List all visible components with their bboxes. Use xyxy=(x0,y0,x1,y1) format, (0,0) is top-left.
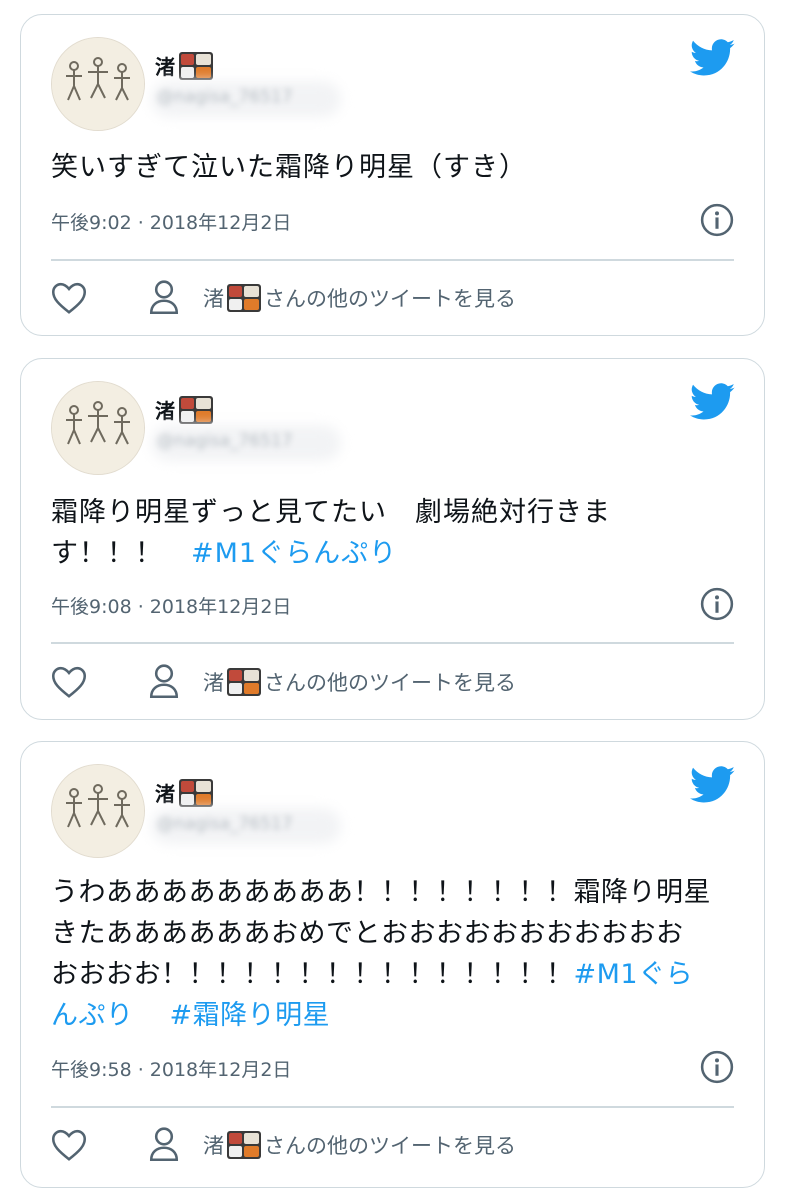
more-suffix: さんの他のツイートを見る xyxy=(264,287,516,311)
tweet-card[interactable]: 渚 @nagisa_76517 霜降り明星ずっと見てたい 劇場絶対行きま す！！… xyxy=(20,358,765,720)
author-name[interactable]: 渚 xyxy=(155,778,175,807)
tweet-card[interactable]: 渚 @nagisa_76517 笑いすぎて泣いた霜降り明星（すき） 午後9:02… xyxy=(20,14,765,336)
bento-box-emoji xyxy=(227,284,261,312)
author-handle[interactable]: @nagisa_76517 xyxy=(157,431,293,451)
avatar[interactable] xyxy=(51,381,145,475)
tweet-line-text: す！！！ xyxy=(51,538,191,569)
more-prefix: 渚 xyxy=(203,671,224,695)
tweet-text: うわあああああああああ！！！！！！！！霜降り明星 きたああああああおめでとおおお… xyxy=(51,872,711,1036)
author-handle[interactable]: @nagisa_76517 xyxy=(157,814,293,834)
hashtag-link[interactable]: んぷり xyxy=(51,1000,134,1031)
tweet-timestamp[interactable]: 午後9:08 · 2018年12月2日 xyxy=(51,592,291,619)
tweet-line-text: おおおお！！！！！！！！！！！！！！！ xyxy=(51,959,574,990)
person-icon[interactable] xyxy=(149,1126,179,1162)
hashtag-link[interactable]: #M1ぐら xyxy=(574,959,694,990)
author-handle[interactable]: @nagisa_76517 xyxy=(157,87,293,107)
action-bar: 渚 さんの他のツイートを見る xyxy=(51,663,734,703)
person-icon[interactable] xyxy=(149,279,179,315)
more-prefix: 渚 xyxy=(203,1134,224,1158)
tweet-line: んぷり #霜降り明星 xyxy=(51,995,711,1036)
avatar[interactable] xyxy=(51,37,145,131)
action-bar: 渚 さんの他のツイートを見る xyxy=(51,1126,734,1166)
more-tweets-link[interactable]: 渚 さんの他のツイートを見る xyxy=(203,1130,516,1160)
hashtag-link[interactable]: #M1ぐらんぷり xyxy=(191,538,397,569)
more-prefix: 渚 xyxy=(203,287,224,311)
info-icon[interactable] xyxy=(700,203,734,237)
tweet-line: うわあああああああああ！！！！！！！！霜降り明星 xyxy=(51,877,711,908)
author-name[interactable]: 渚 xyxy=(155,395,175,424)
bento-box-emoji xyxy=(179,395,213,424)
tweet-text: 笑いすぎて泣いた霜降り明星（すき） xyxy=(51,147,527,188)
bento-box-emoji xyxy=(179,778,213,807)
more-tweets-link[interactable]: 渚 さんの他のツイートを見る xyxy=(203,667,516,697)
tweet-timestamp[interactable]: 午後9:02 · 2018年12月2日 xyxy=(51,208,291,235)
avatar[interactable] xyxy=(51,764,145,858)
twitter-bird-icon[interactable] xyxy=(690,383,736,421)
tweet-text: 霜降り明星ずっと見てたい 劇場絶対行きま す！！！ #M1ぐらんぷり xyxy=(51,492,611,574)
bento-box-emoji xyxy=(179,51,213,80)
hashtag-link[interactable]: #霜降り明星 xyxy=(170,1000,331,1031)
more-suffix: さんの他のツイートを見る xyxy=(264,1134,516,1158)
twitter-bird-icon[interactable] xyxy=(690,766,736,804)
info-icon[interactable] xyxy=(700,587,734,621)
tweet-line: す！！！ #M1ぐらんぷり xyxy=(51,533,611,574)
tweet-line: 笑いすぎて泣いた霜降り明星（すき） xyxy=(51,152,527,183)
action-bar: 渚 さんの他のツイートを見る xyxy=(51,279,734,319)
heart-icon[interactable] xyxy=(51,665,87,699)
tweet-line: おおおお！！！！！！！！！！！！！！！#M1ぐら xyxy=(51,954,711,995)
heart-icon[interactable] xyxy=(51,1128,87,1162)
heart-icon[interactable] xyxy=(51,281,87,315)
author-name[interactable]: 渚 xyxy=(155,51,175,80)
divider xyxy=(51,1106,734,1108)
tweet-line: きたああああああおめでとおおおおおおおおおおお xyxy=(51,918,684,949)
tweet-card[interactable]: 渚 @nagisa_76517 うわあああああああああ！！！！！！！！霜降り明星… xyxy=(20,741,765,1188)
more-suffix: さんの他のツイートを見る xyxy=(264,671,516,695)
twitter-bird-icon[interactable] xyxy=(690,39,736,77)
bento-box-emoji xyxy=(227,1131,261,1159)
bento-box-emoji xyxy=(227,668,261,696)
info-icon[interactable] xyxy=(700,1050,734,1084)
divider xyxy=(51,642,734,644)
divider xyxy=(51,259,734,261)
tweet-line: 霜降り明星ずっと見てたい 劇場絶対行きま xyxy=(51,497,611,528)
more-tweets-link[interactable]: 渚 さんの他のツイートを見る xyxy=(203,283,516,313)
tweet-timestamp[interactable]: 午後9:58 · 2018年12月2日 xyxy=(51,1055,291,1082)
person-icon[interactable] xyxy=(149,663,179,699)
